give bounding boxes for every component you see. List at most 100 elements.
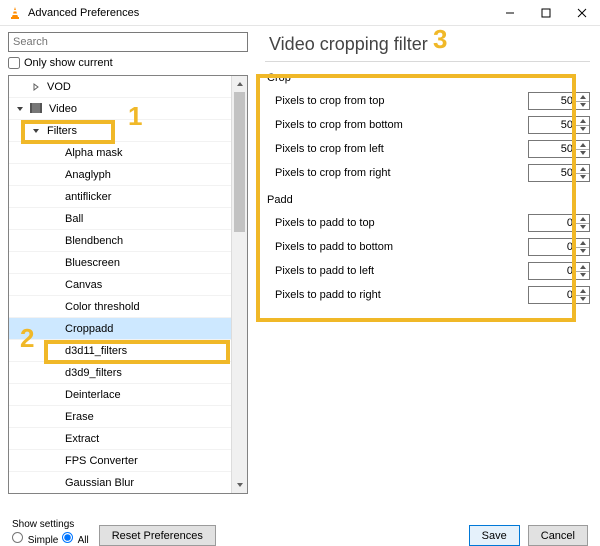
field-padd-right-input[interactable]: 0 (528, 286, 590, 304)
field-crop-top: Pixels to crop from top 50 (265, 90, 590, 112)
spin-down-icon[interactable] (576, 126, 589, 134)
tree-item-extract-label: Extract (65, 428, 99, 450)
field-padd-left-label: Pixels to padd to left (265, 265, 374, 277)
chevron-down-icon[interactable] (31, 120, 41, 142)
left-panel: Only show current VODVideoFiltersAlpha m… (0, 26, 255, 494)
tree-item-alpha-mask-label: Alpha mask (65, 142, 122, 164)
tree-item-d3d9-filters-label: d3d9_filters (65, 362, 122, 384)
cancel-button[interactable]: Cancel (528, 525, 588, 546)
tree-item-extract[interactable]: Extract (9, 428, 247, 450)
field-padd-top-input[interactable]: 0 (528, 214, 590, 232)
tree-item-deinterlace[interactable]: Deinterlace (9, 384, 247, 406)
field-crop-left: Pixels to crop from left50 (265, 138, 590, 160)
tree-item-filters-label: Filters (47, 120, 77, 142)
field-crop-top-label: Pixels to crop from top (265, 95, 384, 107)
spin-down-icon[interactable] (576, 272, 589, 280)
spin-up-icon[interactable] (576, 93, 589, 102)
field-padd-right-label: Pixels to padd to right (265, 289, 381, 301)
tree-item-vod-label: VOD (47, 76, 71, 98)
spin-down-icon[interactable] (576, 102, 589, 110)
search-input[interactable] (8, 32, 248, 52)
field-crop-right-input[interactable]: 50 (528, 164, 590, 182)
show-settings-label: Show settings (12, 519, 89, 530)
window-title: Advanced Preferences (28, 7, 139, 19)
tree-item-bluescreen-label: Bluescreen (65, 252, 120, 274)
tree-item-anaglyph[interactable]: Anaglyph (9, 164, 247, 186)
spin-up-icon[interactable] (576, 263, 589, 272)
field-padd-top-label: Pixels to padd to top (265, 217, 375, 229)
field-crop-right: Pixels to crop from right 50 (265, 162, 590, 184)
spin-up-icon[interactable] (576, 239, 589, 248)
tree-item-fps-converter-label: FPS Converter (65, 450, 138, 472)
tree-item-d3d9-filters[interactable]: d3d9_filters (9, 362, 247, 384)
tree-item-blendbench[interactable]: Blendbench (9, 230, 247, 252)
field-crop-right-value: 50 (529, 167, 575, 179)
tree-item-filters[interactable]: Filters (9, 120, 247, 142)
spin-down-icon[interactable] (576, 248, 589, 256)
right-panel: Video cropping filter Crop Pixels to cro… (255, 26, 600, 494)
radio-simple[interactable]: Simple (12, 532, 58, 546)
bottom-bar: Show settings Simple All Reset Preferenc… (0, 494, 600, 546)
tree-item-gaussian-blur[interactable]: Gaussian Blur (9, 472, 247, 494)
minimize-button[interactable] (492, 0, 528, 26)
field-padd-right: Pixels to padd to right 0 (265, 284, 590, 306)
spin-up-icon[interactable] (576, 117, 589, 126)
spin-down-icon[interactable] (576, 296, 589, 304)
close-button[interactable] (564, 0, 600, 26)
tree-item-alpha-mask[interactable]: Alpha mask (9, 142, 247, 164)
field-crop-left-input[interactable]: 50 (528, 140, 590, 158)
tree-item-erase-label: Erase (65, 406, 94, 428)
spin-down-icon[interactable] (576, 150, 589, 158)
spin-up-icon[interactable] (576, 141, 589, 150)
divider (265, 61, 590, 62)
reset-preferences-button[interactable]: Reset Preferences (99, 525, 216, 546)
chevron-down-icon[interactable] (15, 98, 25, 120)
tree-item-fps-converter[interactable]: FPS Converter (9, 450, 247, 472)
tree-item-color-threshold[interactable]: Color threshold (9, 296, 247, 318)
chevron-right-icon[interactable] (31, 76, 41, 98)
tree-item-erase[interactable]: Erase (9, 406, 247, 428)
show-settings-group: Show settings Simple All (12, 519, 89, 546)
tree-item-ball-label: Ball (65, 208, 83, 230)
tree-item-d3d11-filters[interactable]: d3d11_filters (9, 340, 247, 362)
tree-item-video[interactable]: Video (9, 98, 247, 120)
spin-up-icon[interactable] (576, 215, 589, 224)
radio-simple-label: Simple (28, 535, 59, 546)
field-padd-top-value: 0 (529, 217, 575, 229)
tree-item-blendbench-label: Blendbench (65, 230, 123, 252)
field-padd-left-input[interactable]: 0 (528, 262, 590, 280)
tree-item-ball[interactable]: Ball (9, 208, 247, 230)
only-show-current-box[interactable] (8, 57, 20, 69)
maximize-button[interactable] (528, 0, 564, 26)
panel-title: Video cropping filter (269, 34, 590, 55)
tree-item-color-threshold-label: Color threshold (65, 296, 140, 318)
scroll-down-icon[interactable] (232, 477, 247, 493)
tree-item-canvas[interactable]: Canvas (9, 274, 247, 296)
scrollbar[interactable] (231, 76, 247, 493)
tree-item-croppadd[interactable]: Croppadd (9, 318, 247, 340)
save-button[interactable]: Save (469, 525, 520, 546)
field-padd-bottom-input[interactable]: 0 (528, 238, 590, 256)
radio-all[interactable]: All (62, 532, 88, 546)
spin-down-icon[interactable] (576, 174, 589, 182)
spin-down-icon[interactable] (576, 224, 589, 232)
group-padd-title: Padd (267, 194, 590, 206)
tree-item-croppadd-label: Croppadd (65, 318, 113, 340)
scroll-up-icon[interactable] (232, 76, 247, 92)
field-crop-bottom-input[interactable]: 50 (528, 116, 590, 134)
group-crop-title: Crop (267, 72, 590, 84)
field-padd-left: Pixels to padd to left 0 (265, 260, 590, 282)
tree-item-vod[interactable]: VOD (9, 76, 247, 98)
field-crop-bottom-value: 50 (529, 119, 575, 131)
spin-up-icon[interactable] (576, 287, 589, 296)
tree-item-antiflicker-label: antiflicker (65, 186, 111, 208)
spin-up-icon[interactable] (576, 165, 589, 174)
only-show-current-checkbox[interactable]: Only show current (8, 57, 255, 69)
scroll-thumb[interactable] (234, 92, 245, 232)
tree-item-antiflicker[interactable]: antiflicker (9, 186, 247, 208)
only-show-current-label: Only show current (24, 57, 113, 69)
field-crop-top-input[interactable]: 50 (528, 92, 590, 110)
radio-all-label: All (78, 535, 89, 546)
tree-item-bluescreen[interactable]: Bluescreen (9, 252, 247, 274)
field-crop-right-label: Pixels to crop from right (265, 167, 391, 179)
